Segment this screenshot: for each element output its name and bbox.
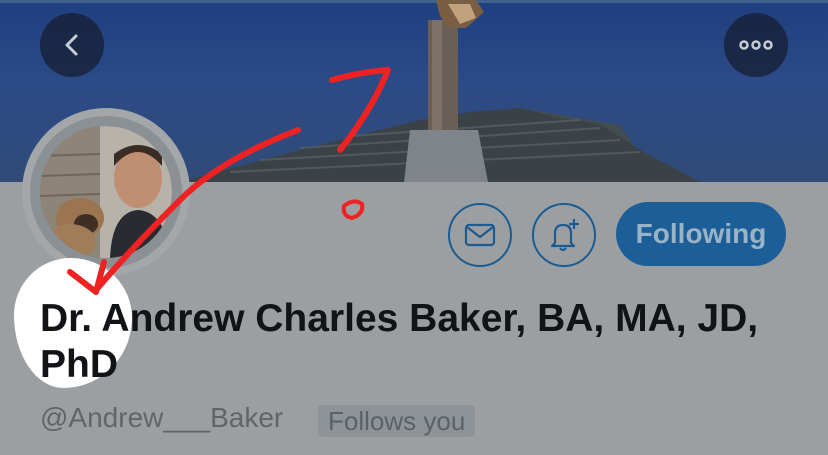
envelope-icon xyxy=(464,223,496,247)
chevron-left-icon xyxy=(65,34,78,56)
avatar-image xyxy=(40,126,172,258)
bell-plus-icon xyxy=(550,219,579,252)
display-name: Dr. Andrew Charles Baker, BA, MA, JD, Ph… xyxy=(40,297,759,386)
message-button[interactable] xyxy=(448,203,512,267)
following-button[interactable]: Following xyxy=(616,202,786,266)
notifications-button[interactable] xyxy=(532,203,596,267)
avatar[interactable] xyxy=(22,108,190,276)
user-handle: @Andrew___Baker xyxy=(40,402,284,433)
avatar-photo xyxy=(40,126,172,258)
follows-you-badge: Follows you xyxy=(318,405,476,437)
more-options-button[interactable] xyxy=(724,13,788,77)
ellipsis-icon xyxy=(739,40,773,50)
back-button[interactable] xyxy=(40,13,104,77)
